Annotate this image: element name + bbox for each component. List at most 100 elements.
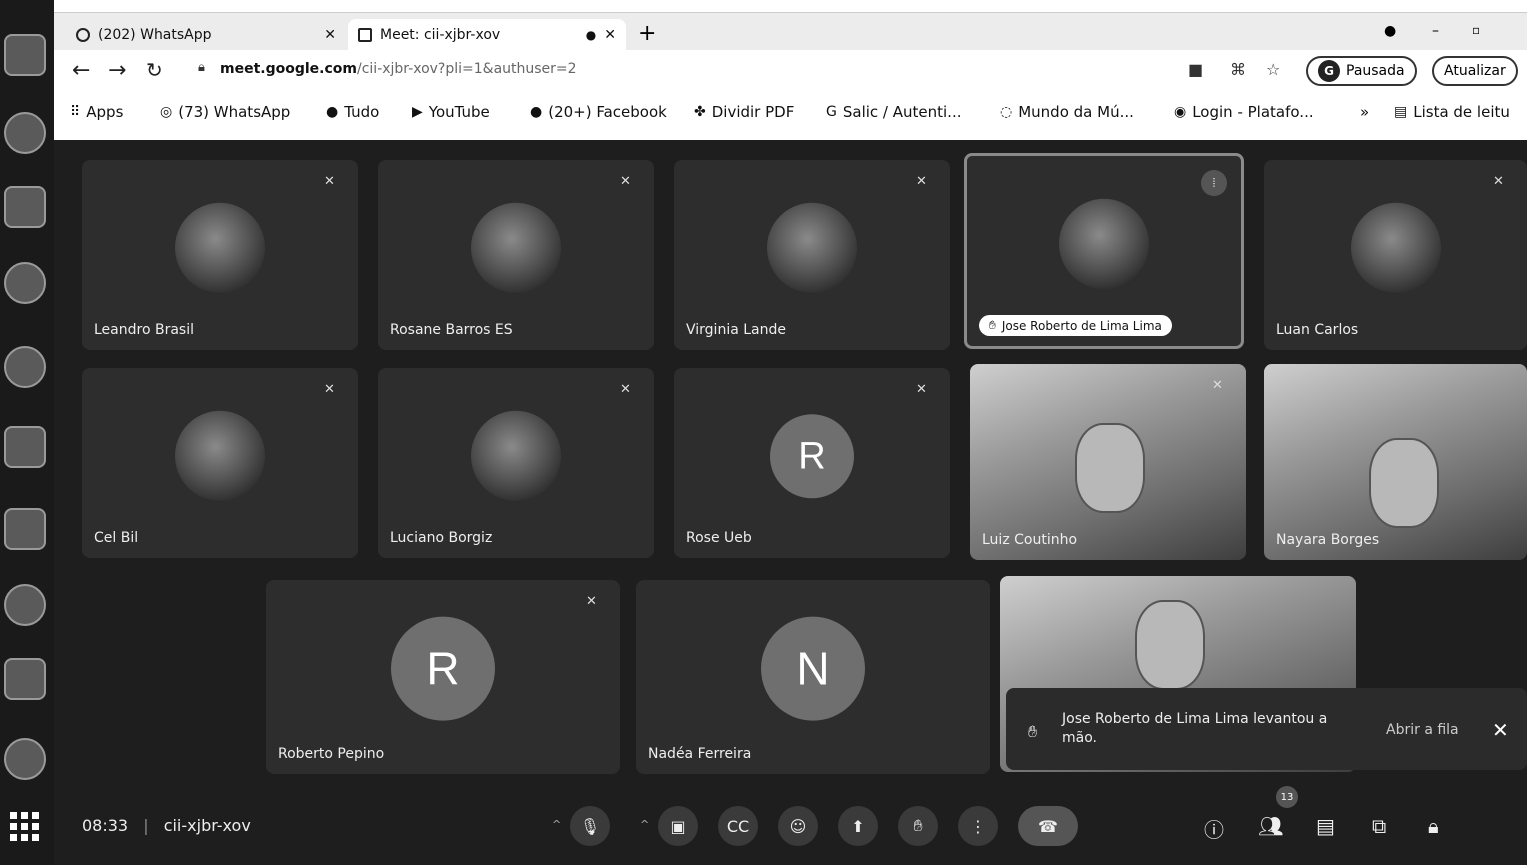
people-icon[interactable]: 👥︎ <box>1258 814 1283 838</box>
raise-hand-button[interactable]: ✋︎ <box>898 806 938 846</box>
participant-avatar <box>175 202 265 293</box>
dock-app-icon[interactable] <box>4 112 46 154</box>
participant-avatar <box>767 202 857 293</box>
software-store-icon[interactable] <box>4 658 46 700</box>
tab-whatsapp[interactable]: (202) WhatsApp ✕ <box>66 19 346 51</box>
participant-tile[interactable]: ✕ Luan Carlos <box>1264 160 1527 350</box>
bookmark-tudo[interactable]: ● Tudo <box>326 103 379 121</box>
participant-avatar <box>471 410 561 501</box>
reload-icon[interactable]: ↻ <box>146 58 163 82</box>
raised-hand-name-pill: ✋︎ Jose Roberto de Lima Lima <box>979 315 1172 336</box>
bookmarks-overflow[interactable]: » <box>1360 103 1369 121</box>
bookmark-youtube[interactable]: ▶ YouTube <box>412 103 490 121</box>
apps-grid-icon: ⠿ <box>70 104 81 120</box>
chat-icon[interactable]: ▤ <box>1316 814 1335 838</box>
profile-avatar: G <box>1318 60 1340 82</box>
tab-bar: (202) WhatsApp ✕ Meet: cii-xjbr-xov ● ✕ … <box>54 12 1527 51</box>
mic-off-icon: ✕ <box>586 594 597 609</box>
host-controls-icon[interactable]: 🔒︎ <box>1428 814 1439 838</box>
bookmark-reading-list[interactable]: ▤ Lista de leitu <box>1394 103 1510 121</box>
globe-icon: ◉ <box>1174 104 1187 120</box>
new-tab-button[interactable]: + <box>638 21 656 46</box>
participant-avatar <box>471 202 561 293</box>
bookmark-mundo-da-musica[interactable]: ◌ Mundo da Mú... <box>1000 103 1134 121</box>
participant-tile[interactable]: ✕ Rosane Barros ES <box>378 160 654 350</box>
bookmark-login-plataforma[interactable]: ◉ Login - Platafo... <box>1174 103 1314 121</box>
participant-tile-speaking[interactable]: ⦙ ✋︎ Jose Roberto de Lima Lima <box>964 153 1244 349</box>
mic-off-icon: ✕ <box>1212 378 1223 393</box>
present-button[interactable]: ⬆ <box>838 806 878 846</box>
lock-icon: 🔒︎ <box>198 60 205 75</box>
microphone-button[interactable]: 🎙︎ <box>570 806 610 846</box>
participant-tile[interactable]: N Nadéa Ferreira <box>636 580 990 774</box>
firefox-icon[interactable] <box>4 262 46 304</box>
tab-title: (202) WhatsApp <box>98 27 212 43</box>
camera-permission-icon[interactable]: ■ <box>1188 60 1203 79</box>
participant-tile[interactable]: R ✕ Roberto Pepino <box>266 580 620 774</box>
participant-tile[interactable]: R ✕ Rose Ueb <box>674 368 950 558</box>
participant-name: Rose Ueb <box>686 530 752 546</box>
help-icon[interactable] <box>4 738 46 780</box>
facebook-icon: ● <box>326 104 339 120</box>
hand-icon: ✋︎ <box>913 816 923 835</box>
address-bar[interactable]: meet.google.com/cii-xjbr-xov?pli=1&authu… <box>220 61 577 77</box>
bookmark-label: Mundo da Mú... <box>1018 103 1134 121</box>
profile-menu-icon[interactable]: ● <box>1384 23 1396 39</box>
bookmark-label: » <box>1360 103 1370 121</box>
dock-app-icon[interactable] <box>4 426 46 468</box>
participant-name: Cel Bil <box>94 530 139 546</box>
meeting-time: 08:33 <box>82 816 129 835</box>
translate-icon[interactable]: ⌘ <box>1230 60 1246 79</box>
participant-tile-video[interactable]: Nayara Borges <box>1264 364 1527 560</box>
separator: | <box>143 816 149 835</box>
info-icon[interactable]: ⓘ <box>1204 814 1224 843</box>
close-tab-icon[interactable]: ✕ <box>324 27 336 43</box>
mic-off-icon: ✕ <box>324 382 335 397</box>
tab-meet[interactable]: Meet: cii-xjbr-xov ● ✕ <box>348 19 626 51</box>
back-icon[interactable]: ← <box>72 58 90 83</box>
participant-tile[interactable]: ✕ Luciano Borgiz <box>378 368 654 558</box>
bookmark-whatsapp[interactable]: ◎ (73) WhatsApp <box>160 103 290 121</box>
close-icon[interactable]: ✕ <box>1492 718 1509 742</box>
more-vert-icon: ⋮ <box>970 816 986 836</box>
maximize-button[interactable]: ▫ <box>1472 23 1480 37</box>
video-options-icon[interactable]: ^ <box>640 818 649 831</box>
bookmark-star-icon[interactable]: ☆ <box>1266 60 1280 79</box>
audio-options-icon[interactable]: ^ <box>552 818 561 831</box>
url-path: /cii-xjbr-xov?pli=1&authuser=2 <box>357 61 577 77</box>
bookmark-facebook[interactable]: ● (20+) Facebook <box>530 103 667 121</box>
update-button[interactable]: Atualizar <box>1432 56 1518 86</box>
raised-hand-notification: ✋︎ Jose Roberto de Lima Lima levantou a … <box>1006 688 1527 770</box>
dock-app-icon[interactable] <box>4 584 46 626</box>
bookmark-apps[interactable]: ⠿ Apps <box>70 103 123 121</box>
participant-avatar-letter: R <box>770 414 854 499</box>
bookmark-dividir-pdf[interactable]: ✤ Dividir PDF <box>694 103 794 121</box>
youtube-icon: ▶ <box>412 104 423 120</box>
chrome-icon[interactable] <box>4 346 46 388</box>
reading-list-icon: ▤ <box>1394 104 1408 120</box>
document-icon[interactable] <box>4 508 46 550</box>
participant-tile-video[interactable]: ✕ Luiz Coutinho <box>970 364 1246 560</box>
participant-tile[interactable]: ✕ Cel Bil <box>82 368 358 558</box>
activities-icon[interactable]: ⧉ <box>1372 814 1386 838</box>
close-tab-icon[interactable]: ✕ <box>604 27 616 43</box>
forward-icon[interactable]: → <box>108 58 126 83</box>
participant-name: Jose Roberto de Lima Lima <box>1001 318 1162 333</box>
open-queue-button[interactable]: Abrir a fila <box>1386 722 1459 738</box>
show-apps-icon[interactable] <box>4 808 46 850</box>
dock-app-icon[interactable] <box>4 34 46 76</box>
more-options-button[interactable]: ⋮ <box>958 806 998 846</box>
profile-button[interactable]: G Pausada <box>1306 56 1417 86</box>
leave-call-button[interactable]: ☎ <box>1018 806 1078 846</box>
captions-button[interactable]: CC <box>718 806 758 846</box>
camera-button[interactable]: ▣ <box>658 806 698 846</box>
minimize-button[interactable]: – <box>1432 23 1439 39</box>
whatsapp-icon <box>76 28 90 42</box>
browser-chrome: (202) WhatsApp ✕ Meet: cii-xjbr-xov ● ✕ … <box>54 0 1527 148</box>
participant-name: Nayara Borges <box>1276 532 1380 548</box>
bookmark-salic[interactable]: G Salic / Autenti... <box>826 103 961 121</box>
participant-tile[interactable]: ✕ Leandro Brasil <box>82 160 358 350</box>
participant-tile[interactable]: ✕ Virginia Lande <box>674 160 950 350</box>
reactions-button[interactable]: ☺ <box>778 806 818 846</box>
files-icon[interactable] <box>4 186 46 228</box>
